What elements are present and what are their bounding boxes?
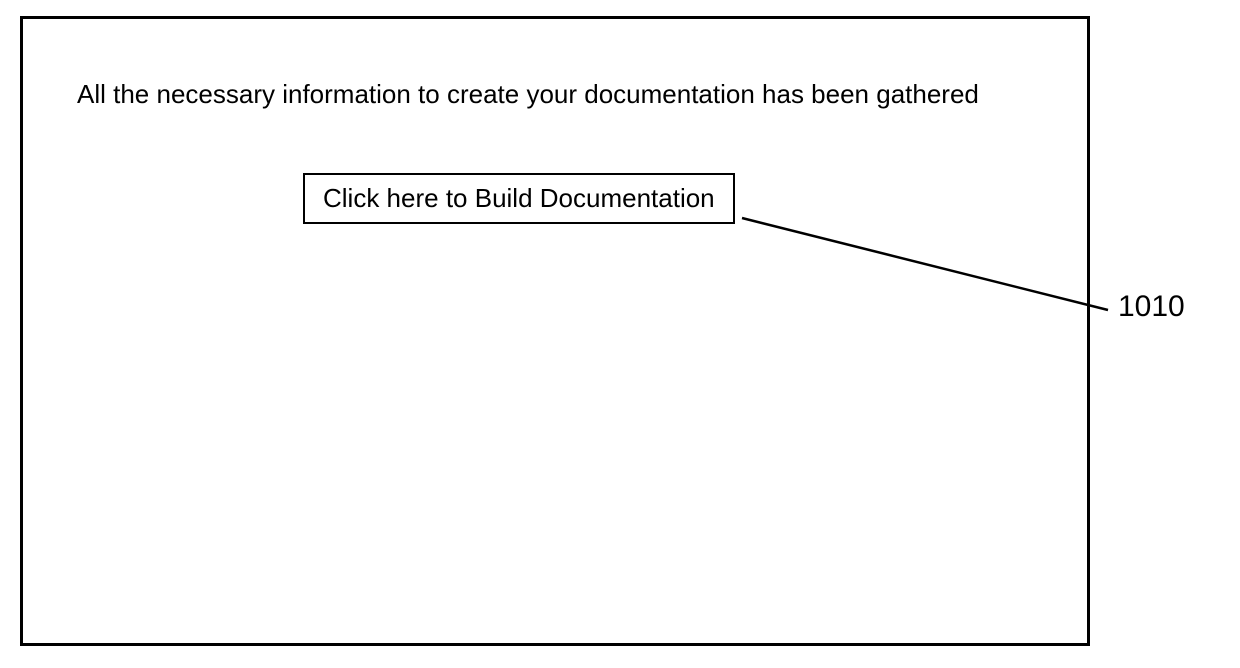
- callout-ref-number: 1010: [1118, 290, 1185, 324]
- status-message: All the necessary information to create …: [77, 79, 979, 110]
- build-documentation-button[interactable]: Click here to Build Documentation: [303, 173, 735, 224]
- dialog-panel: All the necessary information to create …: [20, 16, 1090, 646]
